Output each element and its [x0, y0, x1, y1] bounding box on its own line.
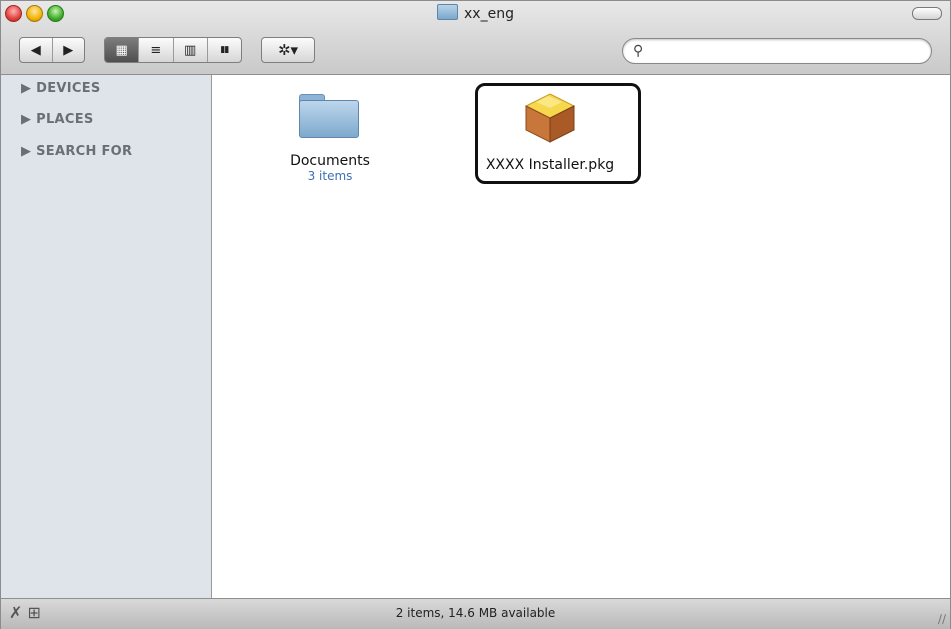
window-title: xx_eng	[464, 6, 514, 22]
forward-arrow-icon: ▶	[63, 42, 74, 58]
gear-icon: ✲▾	[277, 41, 299, 59]
action-menu-button[interactable]: ✲▾	[261, 37, 315, 63]
file-subtitle: 3 items	[307, 169, 353, 183]
search-icon: ⚲	[633, 43, 644, 59]
cover-flow-button[interactable]: ▮▮	[208, 38, 241, 62]
column-view-button[interactable]: ▥	[174, 38, 208, 62]
cover-flow-icon: ▮▮	[220, 45, 229, 55]
sidebar-item-search-for[interactable]: ▶ SEARCH FOR	[21, 144, 132, 159]
list-view-icon: ≡	[150, 42, 162, 58]
column-view-icon: ▥	[183, 42, 197, 58]
window-title-bar: xx_eng	[1, 3, 950, 25]
list-view-button[interactable]: ≡	[139, 38, 174, 62]
back-forward-control: ◀ ▶	[19, 37, 85, 63]
sidebar-item-places[interactable]: ▶ PLACES	[21, 112, 94, 127]
window-toolbar: xx_eng ◀ ▶ ▦ ≡ ▥ ▮▮ ✲▾ ⚲	[1, 1, 950, 75]
folder-icon	[299, 94, 359, 138]
icon-view-button[interactable]: ▦	[105, 38, 140, 62]
back-button[interactable]: ◀	[20, 38, 53, 62]
search-field[interactable]: ⚲	[622, 38, 932, 64]
sidebar-item-devices[interactable]: ▶ DEVICES	[21, 81, 101, 96]
status-text: 2 items, 14.6 MB available	[395, 606, 556, 620]
resize-grip-icon[interactable]: ∕∕	[938, 612, 946, 626]
forward-button[interactable]: ▶	[53, 38, 85, 62]
file-name: Documents	[290, 153, 370, 169]
sidebar: ▶ DEVICES ▶ PLACES ▶ SEARCH FOR	[1, 75, 212, 598]
view-mode-control: ▦ ≡ ▥ ▮▮	[104, 37, 242, 63]
folder-icon	[437, 4, 459, 20]
search-input[interactable]	[651, 42, 925, 62]
back-arrow-icon: ◀	[30, 42, 41, 58]
selection-highlight-box	[475, 83, 641, 184]
toolbar-toggle-button[interactable]	[912, 7, 942, 20]
finder-window: xx_eng ◀ ▶ ▦ ≡ ▥ ▮▮ ✲▾ ⚲ ▶ DEVICES ▶ PLA…	[0, 0, 951, 629]
icon-view-icon: ▦	[115, 42, 128, 58]
status-bar: ✗ ⊞ 2 items, 14.6 MB available ∕∕	[1, 598, 950, 629]
file-item-documents[interactable]: Documents 3 items	[212, 75, 448, 195]
